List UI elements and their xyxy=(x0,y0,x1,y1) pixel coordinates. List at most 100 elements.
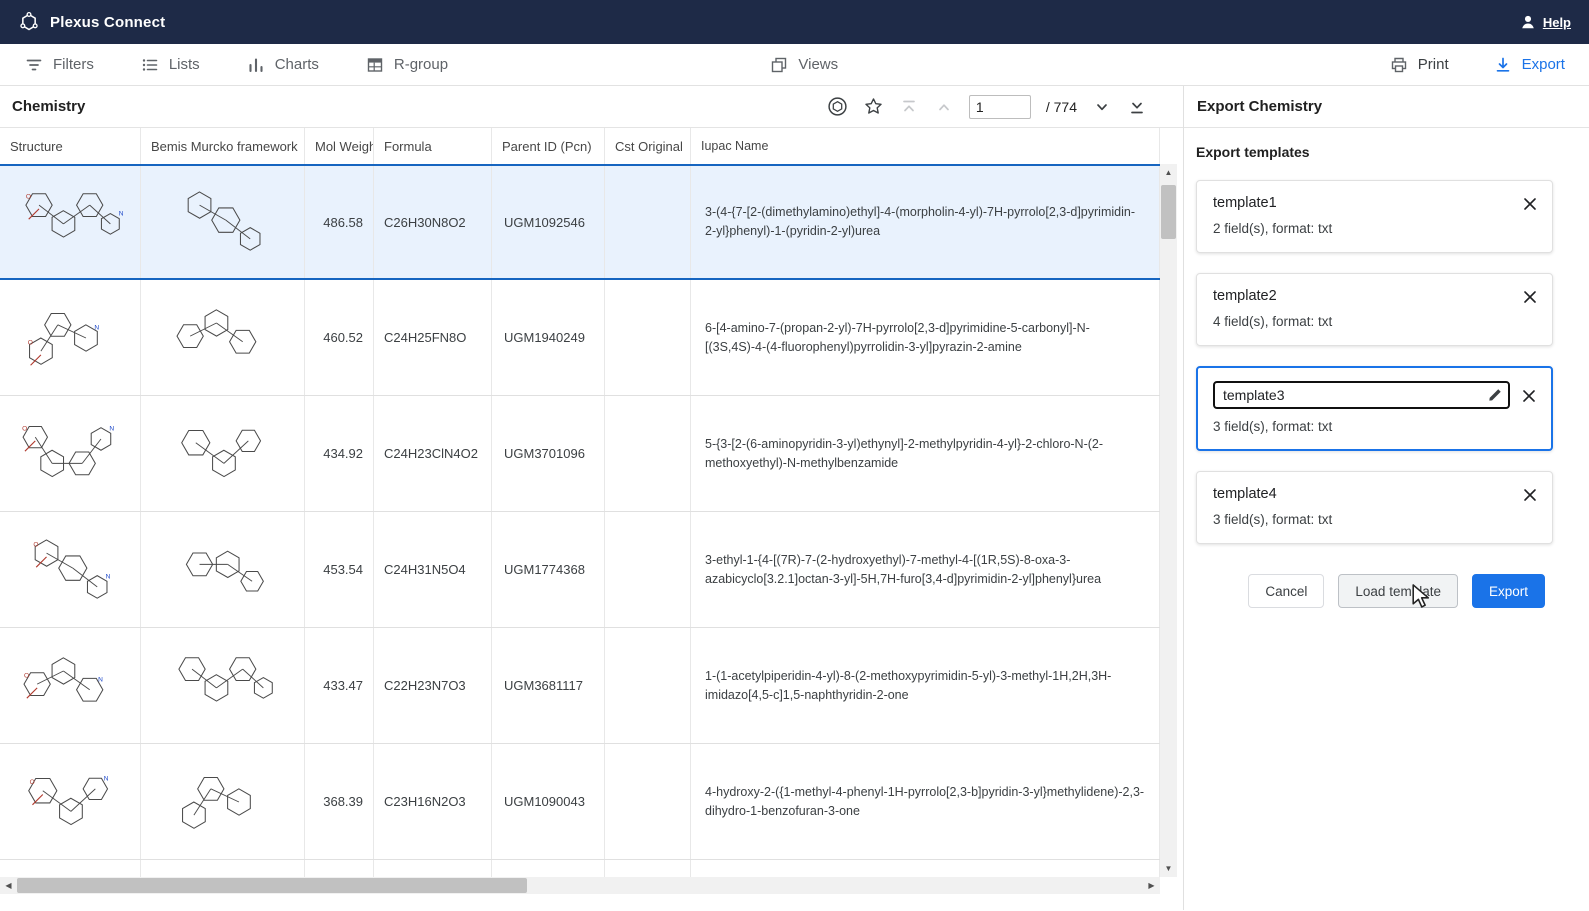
molecule-structure-image: NO xyxy=(9,756,131,848)
formula-value: C26H30N8O2 xyxy=(374,166,492,278)
framework-cell xyxy=(141,396,305,511)
favorites-star-icon[interactable] xyxy=(863,96,884,117)
rgroup-button[interactable]: R-group xyxy=(365,55,448,75)
page-menu-chevron-icon[interactable] xyxy=(1092,97,1112,117)
toolbar: Filters Lists Charts R-group xyxy=(0,44,1589,86)
previous-page-icon[interactable] xyxy=(934,97,954,117)
table-row[interactable]: NO 453.54 C24H31N5O4 UGM1774368 3-ethyl-… xyxy=(0,512,1160,628)
column-header-bemis-murcko-framework[interactable]: Bemis Murcko framework xyxy=(141,128,305,164)
framework-cell xyxy=(141,860,305,877)
views-button[interactable]: Views xyxy=(769,55,838,75)
structure-cell: NO xyxy=(0,744,141,859)
table-row[interactable]: NO 434.92 C24H23ClN4O2 UGM3701096 5-{3-[… xyxy=(0,396,1160,512)
page-input[interactable] xyxy=(969,95,1031,119)
views-label: Views xyxy=(798,56,838,73)
export-panel-buttons: Cancel Load template Export xyxy=(1196,574,1553,608)
vertical-scrollbar[interactable]: ▲ ▼ xyxy=(1160,164,1177,877)
structure-search-icon[interactable] xyxy=(827,96,848,117)
framework-cell xyxy=(141,628,305,743)
scroll-up-icon[interactable]: ▲ xyxy=(1160,164,1177,181)
svg-text:N: N xyxy=(109,425,114,432)
horizontal-scroll-thumb[interactable] xyxy=(17,878,527,893)
column-header-mol-weigh[interactable]: Mol Weigh xyxy=(305,128,374,164)
rgroup-icon xyxy=(365,55,385,75)
export-label: Export xyxy=(1522,56,1565,73)
formula-value: C23H16N2O3 xyxy=(374,744,492,859)
mol-weight-value: 368.39 xyxy=(305,744,374,859)
iupac-name-value: 4-hydroxy-2-({1-methyl-4-phenyl-1H-pyrro… xyxy=(691,744,1160,859)
print-label: Print xyxy=(1418,56,1449,73)
rgroup-label: R-group xyxy=(394,56,448,73)
svg-text:O: O xyxy=(30,779,35,786)
structure-cell: NO xyxy=(0,628,141,743)
molecule-structure-image: NO xyxy=(9,640,131,732)
parent-id-value: UGM3701096 xyxy=(492,396,605,511)
vertical-scroll-thumb[interactable] xyxy=(1161,185,1176,239)
close-icon[interactable] xyxy=(1520,287,1540,307)
filters-button[interactable]: Filters xyxy=(24,55,94,75)
column-header-iupac-name[interactable]: Iupac Name xyxy=(691,128,1160,164)
charts-button[interactable]: Charts xyxy=(246,55,319,75)
export-panel: Export Chemistry Export templates templa… xyxy=(1183,86,1589,910)
horizontal-scrollbar[interactable]: ◀ ▶ xyxy=(0,877,1160,894)
edit-pencil-icon[interactable] xyxy=(1487,386,1504,403)
print-button[interactable]: Print xyxy=(1389,55,1449,75)
template-card[interactable]: template1 2 field(s), format: txt xyxy=(1196,180,1553,253)
column-header-parent-id-pcn-[interactable]: Parent ID (Pcn) xyxy=(492,128,605,164)
table-row[interactable]: NO 433.47 C22H23N7O3 UGM3681117 1-(1-ace… xyxy=(0,628,1160,744)
column-header-structure[interactable]: Structure xyxy=(0,128,141,164)
framework-cell xyxy=(141,512,305,627)
mol-weight-value: 460.52 xyxy=(305,280,374,395)
close-icon[interactable] xyxy=(1519,386,1539,406)
table-row[interactable]: NO 368.39 C23H16N2O3 UGM1090043 4-hydrox… xyxy=(0,744,1160,860)
template-card[interactable]: template4 3 field(s), format: txt xyxy=(1196,471,1553,544)
framework-cell xyxy=(141,744,305,859)
close-icon[interactable] xyxy=(1520,485,1540,505)
first-page-icon[interactable] xyxy=(899,97,919,117)
framework-structure-image xyxy=(162,292,284,384)
app-title: Plexus Connect xyxy=(50,14,165,31)
pagination: / 774 xyxy=(827,95,1147,119)
table-row[interactable]: NO 460.52 C24H25FN8O UGM1940249 6-[4-ami… xyxy=(0,280,1160,396)
mol-weight-value: 434.92 xyxy=(305,396,374,511)
column-header-formula[interactable]: Formula xyxy=(374,128,492,164)
iupac-name-value: 1-(1-acetylpiperidin-4-yl)-8-(2-methoxyp… xyxy=(691,628,1160,743)
mol-weight-value: 453.54 xyxy=(305,512,374,627)
framework-structure-image xyxy=(162,524,284,616)
iupac-name-value: 3-ethyl-1-{4-[(7R)-7-(2-hydroxyethyl)-7-… xyxy=(691,512,1160,627)
table-row[interactable]: NO 486.58 C26H30N8O2 UGM1092546 3-(4-{7-… xyxy=(0,164,1160,280)
formula-value: C22H23N7O3 xyxy=(374,628,492,743)
parent-id-value: UGM1774368 xyxy=(492,512,605,627)
help-button[interactable]: Help xyxy=(1519,13,1571,31)
lists-icon xyxy=(140,55,160,75)
template-name-input[interactable] xyxy=(1213,381,1510,409)
export-toolbar-button[interactable]: Export xyxy=(1493,55,1565,75)
column-header-cst-original[interactable]: Cst Original xyxy=(605,128,691,164)
grid-area: Chemistry / 774 xyxy=(0,86,1183,910)
grid-header: Chemistry / 774 xyxy=(0,86,1183,128)
scroll-left-icon[interactable]: ◀ xyxy=(0,877,17,894)
close-icon[interactable] xyxy=(1520,194,1540,214)
svg-text:N: N xyxy=(106,573,111,580)
lists-button[interactable]: Lists xyxy=(140,55,200,75)
template-card[interactable]: template2 4 field(s), format: txt xyxy=(1196,273,1553,346)
topbar: Plexus Connect Help xyxy=(0,0,1589,44)
table-row[interactable]: NO xyxy=(0,860,1160,877)
iupac-name-value: 6-[4-amino-7-(propan-2-yl)-7H-pyrrolo[2,… xyxy=(691,280,1160,395)
load-template-button[interactable]: Load template xyxy=(1338,574,1458,608)
last-page-icon[interactable] xyxy=(1127,97,1147,117)
cst-original-value xyxy=(605,280,691,395)
cancel-button[interactable]: Cancel xyxy=(1248,574,1324,608)
parent-id-value: UGM3681117 xyxy=(492,628,605,743)
molecule-structure-image: NO xyxy=(9,292,131,384)
export-button[interactable]: Export xyxy=(1472,574,1545,608)
scroll-right-icon[interactable]: ▶ xyxy=(1143,877,1160,894)
iupac-name-value: 3-(4-{7-[2-(dimethylamino)ethyl]-4-(morp… xyxy=(691,166,1160,278)
scroll-down-icon[interactable]: ▼ xyxy=(1160,860,1177,877)
structure-cell: NO xyxy=(0,166,141,278)
structure-cell: NO xyxy=(0,280,141,395)
template-details: 4 field(s), format: txt xyxy=(1213,314,1536,329)
template-name: template2 xyxy=(1213,288,1536,304)
template-details: 3 field(s), format: txt xyxy=(1213,512,1536,527)
template-card[interactable]: 3 field(s), format: txt xyxy=(1196,366,1553,451)
